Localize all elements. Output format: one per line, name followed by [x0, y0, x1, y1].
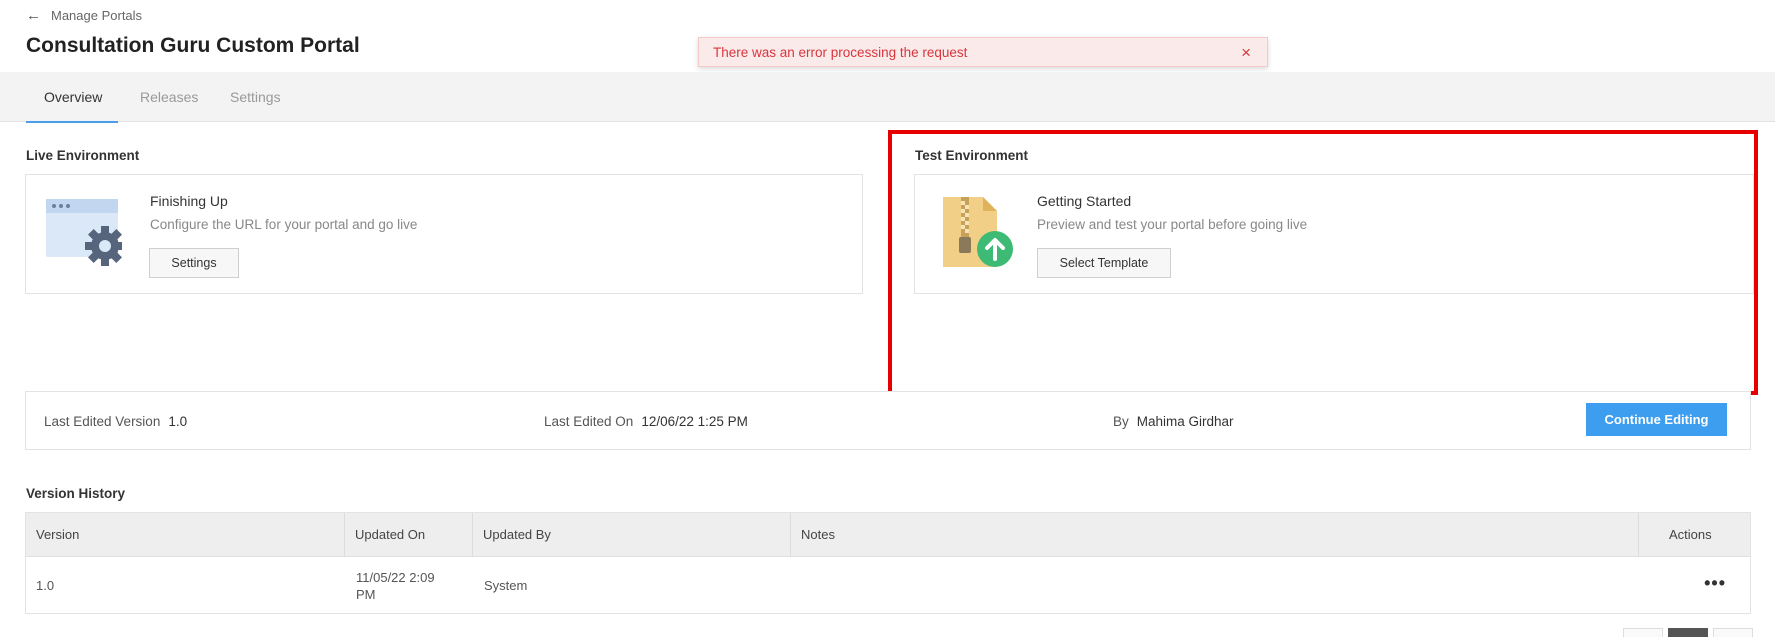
- column-actions: Actions: [1638, 513, 1750, 557]
- row-updated-on-ampm: PM: [356, 587, 376, 602]
- more-actions-icon[interactable]: •••: [1704, 573, 1726, 594]
- test-card-description: Preview and test your portal before goin…: [1037, 217, 1308, 232]
- error-toast-message: There was an error processing the reques…: [713, 44, 968, 60]
- last-edited-by: By Mahima Girdhar: [1113, 414, 1234, 429]
- tab-bar: Overview Releases Settings: [0, 72, 1775, 123]
- close-icon[interactable]: ×: [1241, 44, 1251, 61]
- settings-button[interactable]: Settings: [149, 248, 239, 278]
- live-environment-card: Finishing Up Configure the URL for your …: [25, 174, 863, 294]
- row-version: 1.0: [36, 578, 55, 593]
- tab-overview[interactable]: Overview: [25, 72, 119, 123]
- test-environment-card: Getting Started Preview and test your po…: [914, 174, 1754, 294]
- arrow-left-icon: ←: [26, 7, 41, 24]
- zip-upload-icon: [943, 197, 1013, 267]
- row-updated-on-date: 11/05/22 2:09: [356, 570, 435, 585]
- last-edited-version-label: Last Edited Version: [44, 414, 161, 429]
- last-edited-version-value: 1.0: [168, 414, 188, 429]
- test-environment-heading: Test Environment: [915, 148, 1029, 163]
- live-card-title: Finishing Up: [150, 193, 228, 209]
- back-to-manage-portals[interactable]: ← Manage Portals: [26, 7, 142, 24]
- last-edited-by-value: Mahima Girdhar: [1136, 414, 1234, 429]
- column-updated-by[interactable]: Updated By: [472, 513, 790, 557]
- row-updated-by: System: [484, 578, 528, 593]
- version-history-heading: Version History: [26, 486, 126, 501]
- version-history-table: Version Updated On Updated By Notes Acti…: [25, 512, 1751, 614]
- back-link-label: Manage Portals: [51, 8, 143, 23]
- test-card-title: Getting Started: [1037, 193, 1132, 209]
- column-notes[interactable]: Notes: [790, 513, 1638, 557]
- pagination-next-button[interactable]: [1713, 628, 1753, 637]
- column-updated-on[interactable]: Updated On: [344, 513, 472, 557]
- live-card-description: Configure the URL for your portal and go…: [150, 217, 418, 232]
- last-edited-version: Last Edited Version 1.0: [44, 414, 187, 429]
- table-row: 1.0 11/05/22 2:09 PM System •••: [26, 557, 1750, 613]
- last-edited-on-value: 12/06/22 1:25 PM: [641, 414, 748, 429]
- page-title: Consultation Guru Custom Portal: [26, 34, 360, 57]
- browser-gear-icon: [46, 199, 122, 266]
- column-version[interactable]: Version: [26, 513, 344, 557]
- error-toast: There was an error processing the reques…: [698, 37, 1268, 67]
- continue-editing-button[interactable]: Continue Editing: [1586, 403, 1727, 436]
- tab-settings[interactable]: Settings: [230, 72, 281, 122]
- tab-releases[interactable]: Releases: [140, 72, 198, 122]
- row-updated-on: 11/05/22 2:09 PM: [356, 569, 435, 603]
- last-edited-by-label: By: [1113, 414, 1129, 429]
- live-environment-heading: Live Environment: [26, 148, 140, 163]
- last-edit-info-bar: Last Edited Version 1.0 Last Edited On 12/…: [25, 391, 1751, 450]
- last-edited-on: Last Edited On 12/06/22 1:25 PM: [544, 414, 748, 429]
- last-edited-on-label: Last Edited On: [544, 414, 634, 429]
- pagination-current-page[interactable]: [1668, 628, 1708, 637]
- table-header: Version Updated On Updated By Notes Acti…: [26, 513, 1750, 557]
- pagination-prev-button[interactable]: [1623, 628, 1663, 637]
- select-template-button[interactable]: Select Template: [1037, 248, 1171, 278]
